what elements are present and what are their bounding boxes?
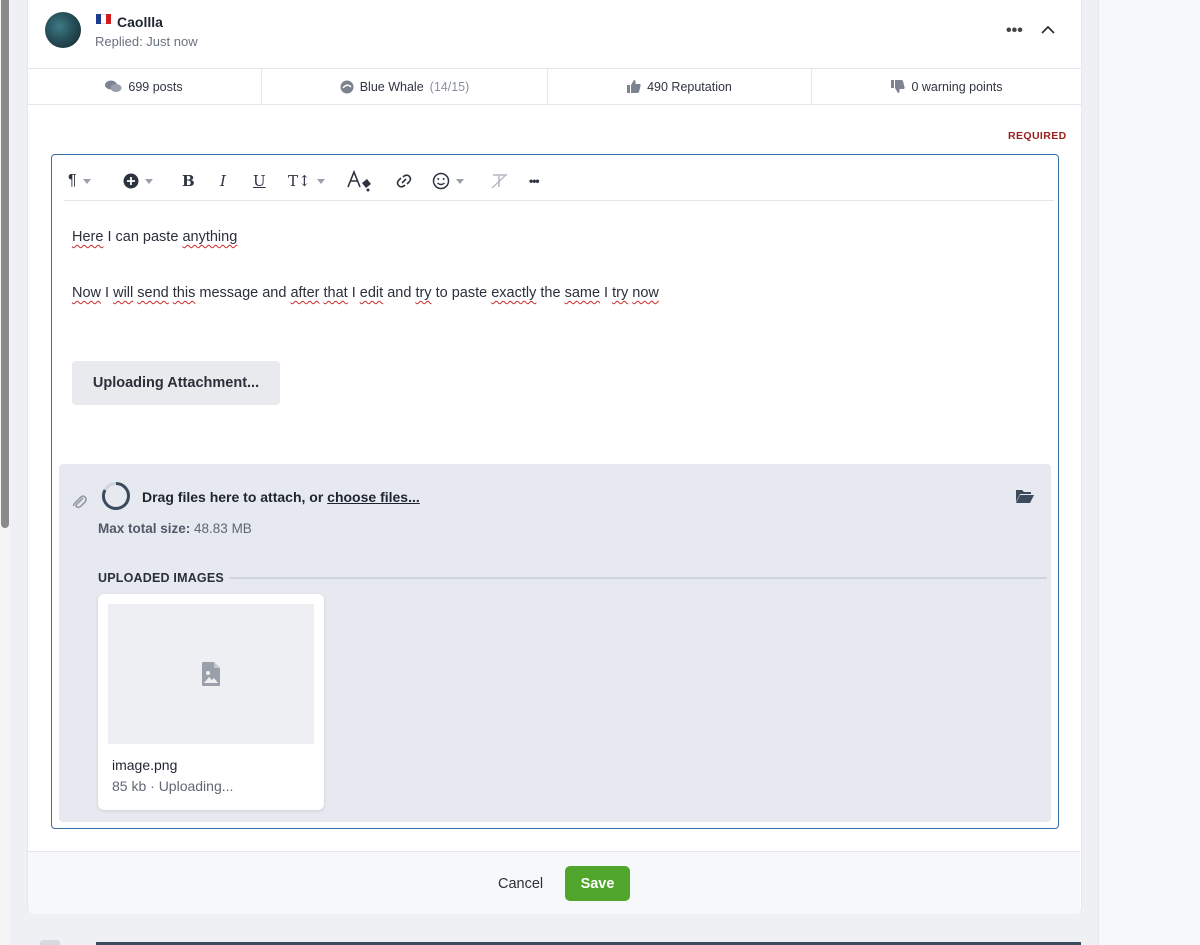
cancel-button[interactable]: Cancel — [498, 876, 543, 892]
image-file-icon — [202, 662, 220, 686]
text-size-icon: T↕ — [288, 172, 311, 190]
misspelled-word[interactable]: send — [137, 285, 168, 301]
save-button[interactable]: Save — [565, 866, 630, 901]
required-label: REQUIRED — [1008, 130, 1067, 142]
stat-posts[interactable]: 699 posts — [27, 69, 262, 104]
text-span: I — [600, 285, 613, 301]
stat-reputation[interactable]: 490 Reputation — [548, 69, 812, 104]
stat-reputation-label: 490 Reputation — [647, 79, 732, 94]
message-editor[interactable]: ¶ B I U T↕ ••• Here I can paste anything… — [51, 154, 1059, 829]
editor-text-line-2[interactable]: Now I will send this message and after t… — [72, 285, 659, 301]
clear-format-icon — [491, 173, 508, 189]
left-scrollbar-thumb[interactable] — [1, 0, 9, 528]
text-span: and — [383, 285, 416, 301]
stat-posts-label: 699 posts — [128, 79, 183, 94]
chevron-up-icon[interactable] — [1040, 22, 1056, 38]
stat-rank[interactable]: Blue Whale (14/15) — [262, 69, 548, 104]
flag-icon — [96, 14, 111, 24]
uploading-attachment-button[interactable]: Uploading Attachment... — [72, 361, 280, 405]
text-span: to paste — [431, 285, 492, 301]
misspelled-word[interactable]: this — [173, 285, 196, 301]
attachment-thumbnail[interactable] — [108, 604, 314, 744]
right-sidebar-background — [1098, 0, 1200, 945]
text-size-button[interactable]: T↕ — [288, 169, 325, 193]
misspelled-word[interactable]: now — [632, 285, 659, 301]
username[interactable]: Caollla — [117, 14, 163, 30]
attachment-status: 85 kb · Uploading... — [112, 778, 234, 794]
upload-spinner-icon — [101, 482, 130, 510]
whale-icon — [340, 80, 354, 93]
misspelled-word[interactable]: try — [415, 285, 431, 301]
misspelled-word[interactable]: after — [290, 285, 319, 301]
text-color-button[interactable] — [346, 169, 374, 193]
text-span: the — [536, 285, 565, 301]
clear-formatting-button[interactable] — [490, 169, 510, 193]
insert-button[interactable] — [123, 169, 153, 193]
more-tools-button[interactable]: ••• — [529, 169, 540, 193]
misspelled-word[interactable]: Now — [72, 285, 101, 301]
bold-button[interactable]: B — [182, 169, 195, 193]
link-button[interactable] — [394, 169, 414, 193]
paperclip-icon — [72, 495, 87, 509]
divider — [229, 577, 1047, 579]
max-size-value: 48.83 MB — [190, 521, 252, 536]
plus-circle-icon — [123, 173, 139, 189]
comments-icon — [105, 80, 122, 92]
paragraph-format-button[interactable]: ¶ — [68, 169, 91, 193]
text-span: I — [347, 285, 360, 301]
thumbs-up-icon — [627, 80, 641, 93]
emoji-button[interactable] — [432, 169, 464, 193]
smiley-icon — [432, 172, 450, 190]
folder-open-icon[interactable] — [1015, 488, 1035, 504]
editor-toolbar: ¶ B I U T↕ ••• — [64, 165, 1054, 201]
choose-files-link[interactable]: choose files... — [327, 489, 420, 505]
avatar[interactable] — [45, 12, 81, 48]
italic-button[interactable]: I — [220, 169, 226, 193]
stat-rank-progress: (14/15) — [429, 79, 470, 94]
stat-rank-label: Blue Whale — [359, 79, 424, 94]
misspelled-word[interactable]: will — [113, 285, 133, 301]
editor-footer: Cancel Save — [28, 851, 1080, 914]
text-color-icon — [347, 170, 371, 192]
text-span: I — [101, 285, 114, 301]
uploaded-images-heading: UPLOADED IMAGES — [98, 571, 224, 585]
link-icon — [396, 174, 412, 188]
replied-status: Replied: Just now — [95, 34, 198, 49]
left-scrollbar[interactable] — [0, 0, 10, 945]
editor-text-line-1[interactable]: Here I can paste anything — [72, 229, 237, 245]
text-span: I can paste — [103, 229, 183, 245]
user-stats-bar: 699 posts Blue Whale (14/15) 490 Reputat… — [27, 68, 1082, 105]
misspelled-word[interactable]: exactly — [491, 285, 536, 301]
attachment-filename: image.png — [112, 757, 178, 773]
more-options-icon[interactable]: ••• — [1006, 22, 1023, 40]
underline-button[interactable]: U — [253, 169, 266, 193]
attachment-dropzone[interactable]: Drag files here to attach, or choose fil… — [59, 464, 1051, 822]
misspelled-word[interactable]: try — [612, 285, 628, 301]
max-size-label: Max total size: — [98, 521, 191, 536]
next-post-avatar-edge — [40, 940, 60, 945]
misspelled-word[interactable]: anything — [182, 229, 237, 245]
drag-files-label: Drag files here to attach, or — [142, 489, 328, 505]
thumbs-down-icon — [891, 80, 906, 93]
drag-files-text: Drag files here to attach, or choose fil… — [142, 489, 420, 505]
misspelled-word[interactable]: edit — [360, 285, 383, 301]
flag-stripe-red — [106, 14, 111, 24]
misspelled-word[interactable]: same — [565, 285, 600, 301]
text-span: message and — [195, 285, 291, 301]
paragraph-icon: ¶ — [68, 172, 77, 189]
max-total-size: Max total size: 48.83 MB — [98, 521, 252, 536]
misspelled-word[interactable]: that — [324, 285, 348, 301]
misspelled-word[interactable]: Here — [72, 229, 103, 245]
attachment-card[interactable]: image.png 85 kb · Uploading... — [98, 594, 324, 810]
stat-warnings-label: 0 warning points — [911, 79, 1003, 94]
stat-warnings[interactable]: 0 warning points — [812, 69, 1082, 104]
